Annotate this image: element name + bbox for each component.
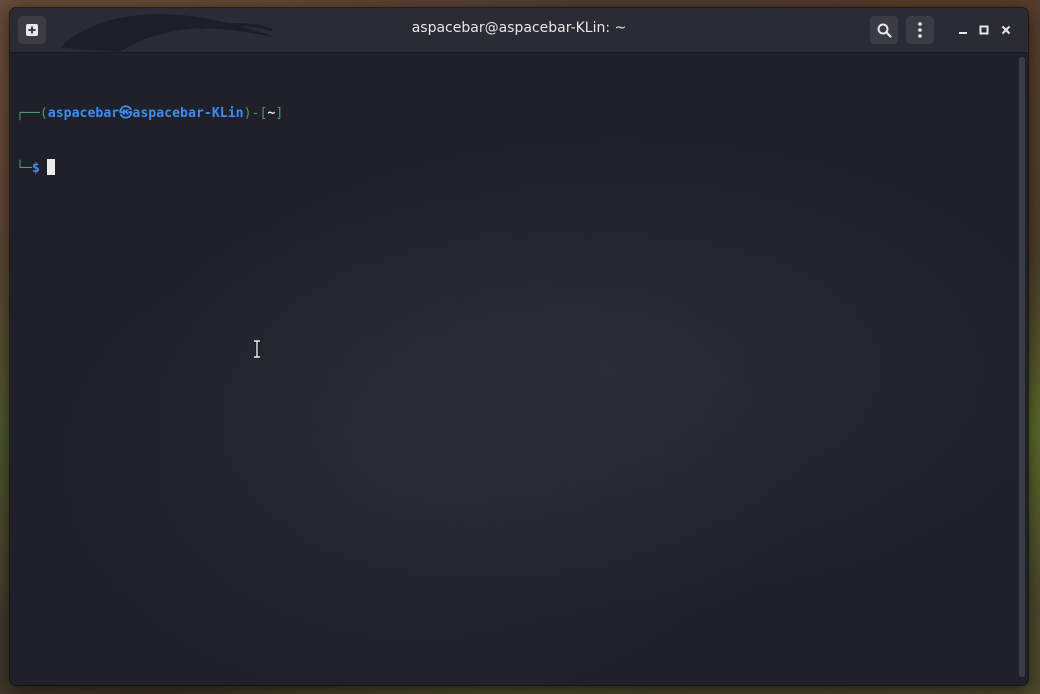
- prompt-dollar: $: [31, 161, 40, 176]
- maximize-button[interactable]: [974, 19, 994, 41]
- minimize-button[interactable]: [953, 19, 973, 41]
- terminal-area[interactable]: ┌──(aspacebar㉿aspacebar-KLin)-[~] └─$: [10, 53, 1028, 685]
- prompt-host: aspacebar-KLin: [132, 106, 244, 121]
- prompt-close-bracket: ]: [275, 106, 284, 121]
- kebab-menu-icon: [918, 22, 922, 38]
- vertical-scrollbar[interactable]: [1019, 57, 1025, 677]
- shell-prompt: ┌──(aspacebar㉿aspacebar-KLin)-[~] └─$: [16, 69, 283, 213]
- text-cursor: [46, 159, 55, 175]
- close-button[interactable]: [996, 19, 1016, 41]
- prompt-line-2: └─$: [16, 159, 283, 177]
- minimize-icon: [959, 32, 967, 34]
- titlebar[interactable]: aspacebar@aspacebar-KLin: ~: [10, 8, 1028, 53]
- prompt-close-mid: )-[: [243, 106, 268, 121]
- maximize-icon: [979, 25, 989, 35]
- prompt-corner: └─: [16, 161, 32, 176]
- ibeam-cursor-icon: [254, 340, 260, 358]
- prompt-open: ┌──(: [16, 106, 48, 121]
- terminal-window: aspacebar@aspacebar-KLin: ~ ┌──(aspaceba…: [10, 8, 1028, 685]
- close-icon: [1001, 25, 1011, 35]
- search-button[interactable]: [870, 16, 898, 44]
- prompt-at-symbol: ㉿: [119, 106, 133, 121]
- prompt-line-1: ┌──(aspacebar㉿aspacebar-KLin)-[~]: [16, 105, 283, 123]
- search-icon: [877, 23, 892, 38]
- prompt-user: aspacebar: [47, 106, 120, 121]
- menu-button[interactable]: [906, 16, 934, 44]
